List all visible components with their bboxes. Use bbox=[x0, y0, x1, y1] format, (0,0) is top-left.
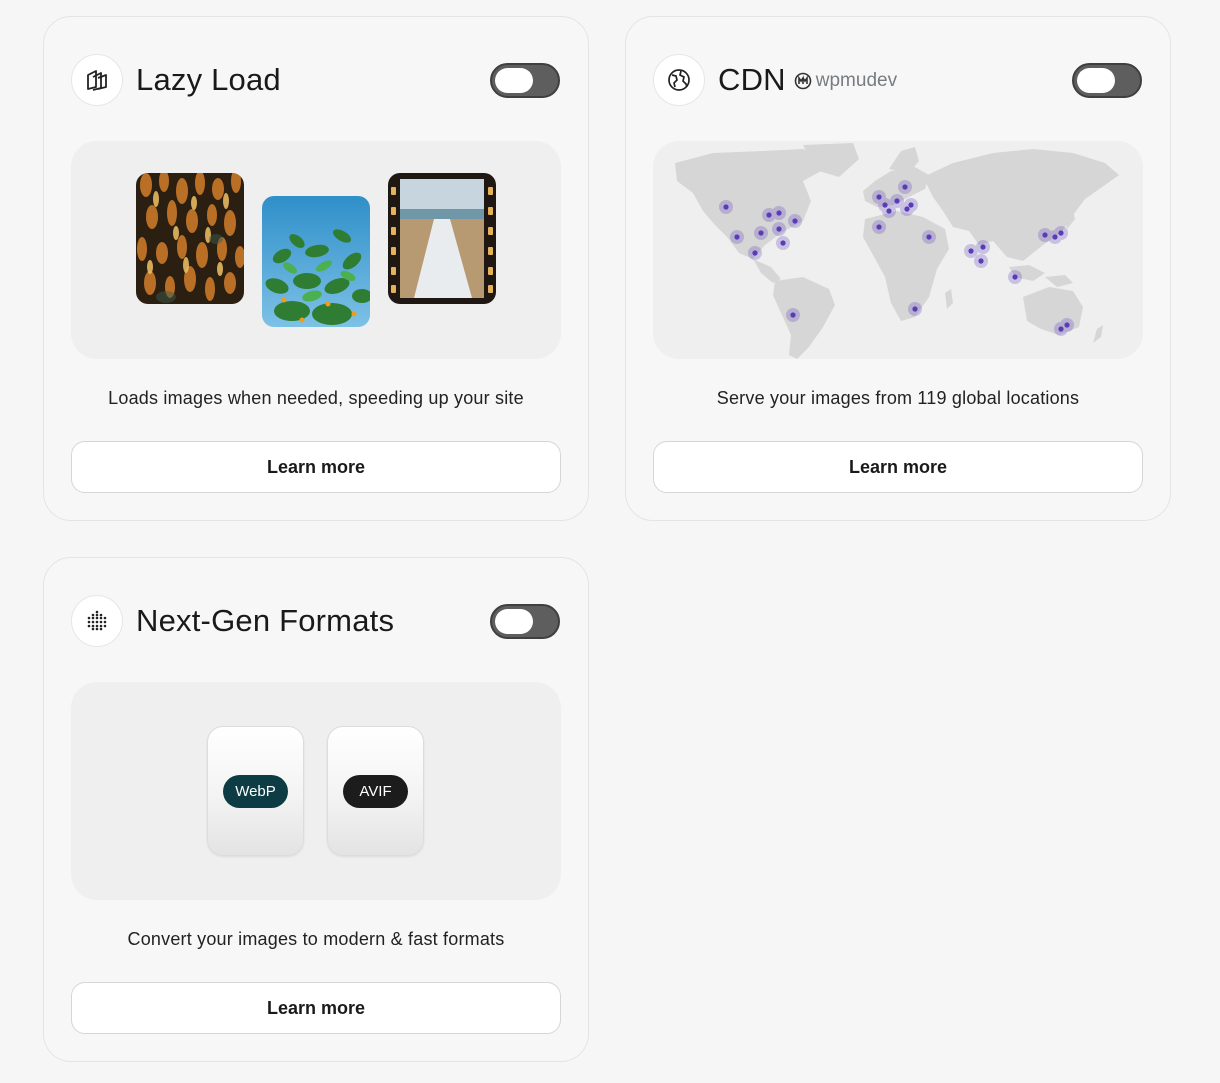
world-map-illustration bbox=[653, 141, 1143, 359]
toggle-knob bbox=[495, 608, 533, 634]
cdn-card: CDN wpmudev Serve your images from 119 g… bbox=[625, 16, 1171, 521]
card-title: CDN bbox=[718, 62, 786, 97]
learn-more-button[interactable]: Learn more bbox=[71, 441, 561, 493]
toggle-knob bbox=[495, 67, 533, 93]
wpmudev-brand: wpmudev bbox=[794, 70, 897, 92]
brand-name: wpmudev bbox=[815, 70, 898, 91]
beach-path-photo bbox=[388, 173, 496, 304]
card-title: Lazy Load bbox=[136, 62, 281, 97]
formats-illustration: WebP AVIF bbox=[71, 682, 561, 900]
avif-badge: AVIF bbox=[343, 774, 408, 808]
world-map-land bbox=[675, 143, 1119, 359]
card-description: Serve your images from 119 global locati… bbox=[716, 388, 1080, 408]
lazy-load-illustration bbox=[71, 141, 561, 359]
next-gen-formats-toggle[interactable] bbox=[490, 603, 560, 639]
webp-badge: WebP bbox=[223, 774, 288, 808]
learn-more-button[interactable]: Learn more bbox=[71, 982, 561, 1034]
bokeh-photo bbox=[136, 173, 244, 304]
lazy-load-card: Lazy Load Loads images when needed, spee… bbox=[43, 16, 589, 521]
card-header: Lazy Load bbox=[71, 53, 560, 107]
lazy-load-toggle[interactable] bbox=[490, 62, 560, 98]
next-gen-formats-card: Next-Gen Formats WebP AVIF Convert your … bbox=[43, 557, 589, 1062]
plant-photo bbox=[262, 196, 370, 327]
cdn-toggle[interactable] bbox=[1072, 62, 1142, 98]
card-title: Next-Gen Formats bbox=[136, 603, 395, 638]
dots-grid-icon bbox=[71, 595, 123, 647]
webp-format-card: WebP bbox=[207, 726, 304, 856]
card-header: Next-Gen Formats bbox=[71, 594, 560, 648]
wpmudev-logo-icon bbox=[794, 72, 812, 90]
card-description: Loads images when needed, speeding up yo… bbox=[108, 388, 524, 408]
card-description: Convert your images to modern & fast for… bbox=[127, 929, 505, 949]
globe-icon bbox=[653, 54, 705, 106]
card-header: CDN wpmudev bbox=[653, 53, 1142, 107]
lazy-load-icon bbox=[71, 54, 123, 106]
avif-format-card: AVIF bbox=[327, 726, 424, 856]
learn-more-button[interactable]: Learn more bbox=[653, 441, 1143, 493]
toggle-knob bbox=[1077, 67, 1115, 93]
